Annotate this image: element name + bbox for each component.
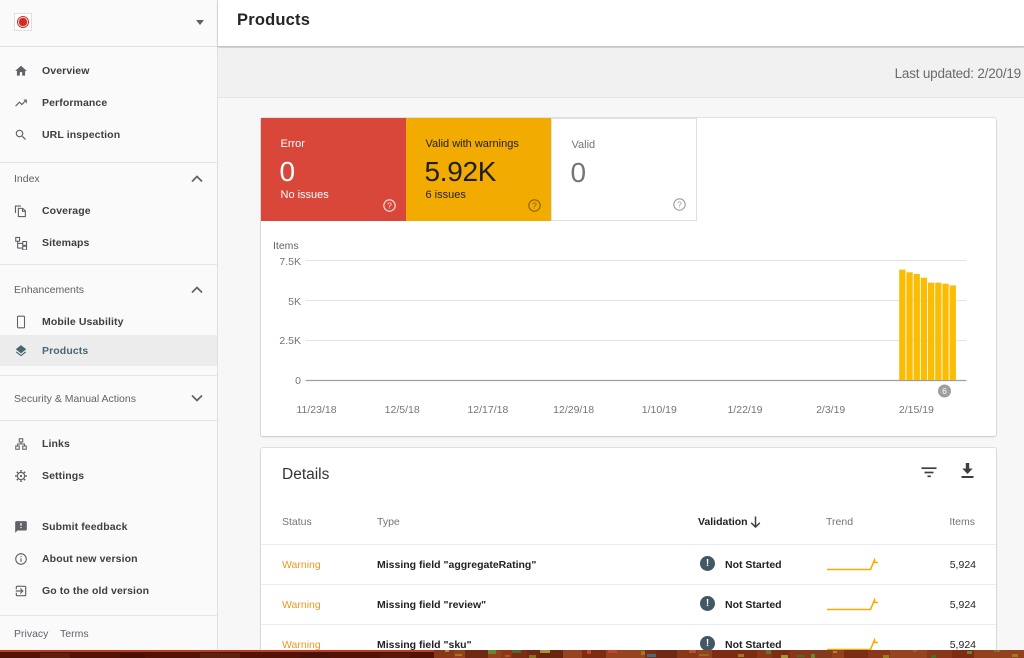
svg-text:?: ? [532, 200, 537, 210]
svg-text:6: 6 [942, 386, 947, 396]
svg-text:?: ? [387, 200, 392, 210]
svg-text:?: ? [677, 199, 682, 209]
